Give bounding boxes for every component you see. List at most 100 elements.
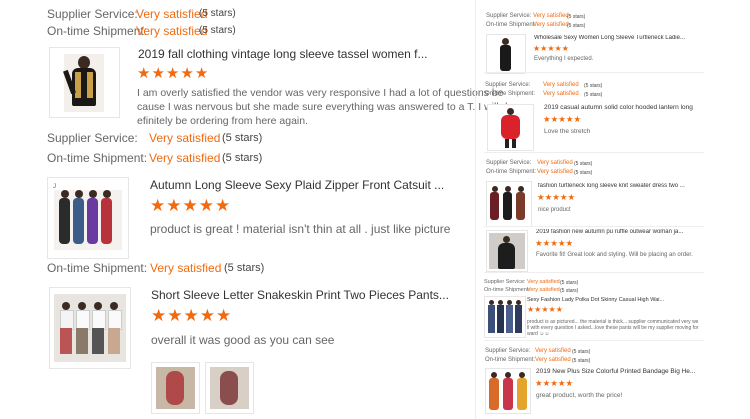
rating-stars-text: (5 stars) [584,92,603,98]
rating-label: On-time Shipment: [486,22,537,28]
rating-label: On-time Shipment: [486,169,537,175]
star-icon: ★ [150,196,167,215]
product-thumbnail[interactable] [486,230,528,272]
star-icon: ★ [215,196,232,215]
star-rating: ★★★★★ [527,305,563,314]
rating-stars-text: (5 stars) [572,349,591,355]
star-rating: ★★★★★ [137,64,209,82]
star-icon: ★ [559,192,568,202]
rating-stars-text: (5 stars) [572,358,591,364]
star-icon: ★ [199,306,216,325]
star-icon: ★ [180,65,195,82]
product-thumbnail[interactable] [485,368,531,414]
star-icon: ★ [535,238,543,248]
rating-value: Very satisfied [150,261,222,275]
rating-label: Supplier Service: [485,82,531,88]
review-product-title[interactable]: fashion turtleneck long sleeve knit swea… [538,183,698,189]
rating-stars-text: (5 stars) [199,25,236,36]
rating-row: Supplier Service: [47,7,138,21]
product-thumbnail[interactable] [49,287,131,369]
review-text: product is as pictured... the material i… [527,319,698,337]
rating-stars-text: (5 stars) [574,161,593,167]
rating-value: Very satisfied [535,348,571,354]
rating-label: Supplier Service: [485,348,531,354]
review-text-line: ll with every question I asked...love th… [527,325,699,331]
star-icon: ★ [567,192,576,202]
review-text-line: ward ☺☺ [527,331,550,337]
review-product-title[interactable]: 2019 fashion new autumn pu ruffle outwea… [536,229,696,235]
review-product-title[interactable]: 2019 New Plus Size Colorful Printed Band… [536,368,696,375]
rating-stars-text: (5 stars) [560,288,579,294]
review-product-title[interactable]: 2019 fall clothing vintage long sleeve t… [138,47,458,61]
star-icon: ★ [533,44,541,53]
rating-value: Very satisfied [527,279,560,285]
rating-label: On-time Shipment: [47,151,148,165]
star-rating: ★★★★★ [543,114,581,125]
star-icon: ★ [183,306,200,325]
column-divider [475,0,476,419]
rating-value: Very satisfied [535,357,571,363]
star-icon: ★ [182,196,199,215]
rating-label: On-time Shipment: [484,287,530,293]
review-text: great product, worth the price! [536,392,623,399]
rating-value: Very satisfied [149,151,221,165]
star-icon: ★ [541,305,549,314]
star-rating: ★★★★★ [151,306,232,326]
star-icon: ★ [547,44,555,53]
star-icon: ★ [527,305,535,314]
product-thumbnail[interactable]: J [47,177,129,259]
rating-stars-text: (5 stars) [574,170,593,176]
rating-stars-text: (5 stars) [584,83,603,89]
rating-value: Very satisfied [537,160,573,166]
divider [484,340,704,341]
review-text: Love the stretch [544,128,591,135]
star-icon: ★ [151,65,166,82]
star-icon: ★ [535,378,543,388]
divider [484,152,704,153]
product-thumbnail[interactable] [486,34,526,74]
rating-label: Supplier Service: [47,131,138,145]
star-icon: ★ [573,114,582,124]
star-icon: ★ [137,65,152,82]
review-text-line: I am overly satisfied the vendor was ver… [137,87,504,99]
rating-label: On-time Shipment: [485,91,536,97]
star-icon: ★ [550,378,558,388]
product-thumbnail[interactable] [486,181,532,227]
review-text-line: cause I was nervous but she made sure ev… [137,101,508,113]
star-icon: ★ [552,192,560,202]
review-photo[interactable] [205,362,254,414]
star-icon: ★ [540,44,548,53]
review-product-title[interactable]: Autumn Long Sleeve Sexy Plaid Zipper Fro… [150,178,470,192]
review-photo[interactable] [151,362,200,414]
star-rating: ★★★★★ [150,196,231,216]
star-icon: ★ [550,238,558,248]
rating-value: Very satisfied [533,13,569,19]
product-thumbnail[interactable] [49,47,120,118]
star-rating: ★★★★★ [535,238,573,249]
star-icon: ★ [542,238,551,248]
star-rating: ★★★★★ [537,192,575,203]
rating-value: Very satisfied [136,24,208,38]
star-icon: ★ [557,238,566,248]
rating-label: Supplier Service: [47,7,138,21]
review-product-title[interactable]: Wholesale Sexy Women Long Sleeve Turtlen… [534,35,694,41]
star-icon: ★ [165,65,181,82]
review-product-title[interactable]: Sexy Fashion Lady Polka Dot Skinny Casua… [527,297,697,303]
star-icon: ★ [194,65,210,82]
star-icon: ★ [216,306,233,325]
product-thumbnail[interactable] [487,104,534,151]
star-icon: ★ [558,114,566,124]
review-product-title[interactable]: Short Sleeve Letter Snakeskin Print Two … [151,288,471,302]
review-text: I am overly satisfied the vendor was ver… [137,86,507,128]
star-icon: ★ [565,114,574,124]
rating-value: Very satisfied [543,91,579,97]
star-rating: ★★★★★ [535,378,573,389]
rating-stars-text: (5 stars) [567,14,586,20]
star-icon: ★ [554,44,562,53]
product-thumbnail[interactable] [484,296,526,338]
star-icon: ★ [557,378,566,388]
divider [484,72,704,73]
review-product-title[interactable]: 2019 casual autumn solid color hooded la… [544,104,694,111]
rating-value: Very satisfied [537,169,573,175]
star-icon: ★ [167,306,184,325]
